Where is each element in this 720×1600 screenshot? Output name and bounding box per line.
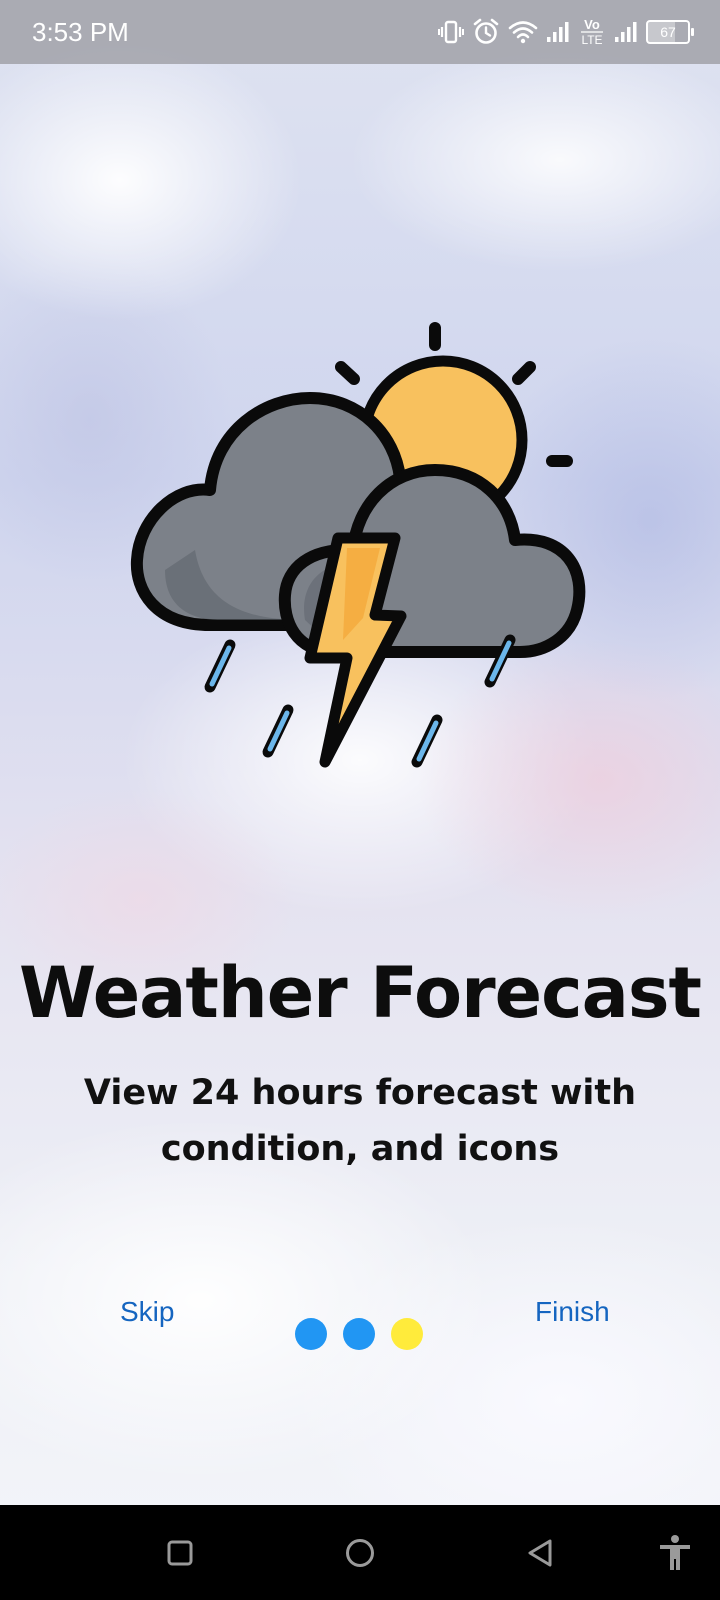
back-icon <box>528 1539 552 1567</box>
skip-button[interactable]: Skip <box>120 1296 174 1328</box>
accessibility-icon <box>660 1535 690 1570</box>
status-time: 3:53 PM <box>32 17 129 47</box>
signal-icon <box>547 22 569 42</box>
signal-icon <box>615 22 637 42</box>
home-button[interactable] <box>342 1535 378 1571</box>
svg-text:Vo: Vo <box>584 17 600 32</box>
battery-level: 67 <box>660 24 676 40</box>
alarm-icon <box>473 18 499 44</box>
page-subtitle: View 24 hours forecast with condition, a… <box>83 1073 637 1169</box>
page-dot-3[interactable] <box>391 1318 423 1350</box>
recents-icon <box>167 1540 193 1566</box>
svg-text:LTE: LTE <box>581 33 602 47</box>
page-title: Weather Forecast <box>18 952 702 1034</box>
page-dot-1[interactable] <box>295 1318 327 1350</box>
status-icons: Vo LTE 67 <box>438 16 694 48</box>
onboarding-screen: 3:53 PM Vo LTE 67 Weather Forecast View … <box>0 0 720 1600</box>
page-indicator <box>295 1318 423 1350</box>
page-dot-2[interactable] <box>343 1318 375 1350</box>
volte-icon: Vo LTE <box>581 17 603 47</box>
thunderstorm-sun-icon <box>130 322 586 768</box>
back-button[interactable] <box>522 1535 558 1571</box>
status-bar: 3:53 PM Vo LTE 67 <box>0 0 720 64</box>
finish-button[interactable]: Finish <box>535 1296 610 1328</box>
accessibility-button[interactable] <box>657 1535 693 1571</box>
wifi-icon <box>508 21 538 44</box>
system-nav-bar <box>0 1505 720 1600</box>
home-icon <box>346 1539 374 1567</box>
recents-button[interactable] <box>162 1535 198 1571</box>
battery-icon: 67 <box>646 20 694 44</box>
vibrate-icon <box>438 20 464 44</box>
